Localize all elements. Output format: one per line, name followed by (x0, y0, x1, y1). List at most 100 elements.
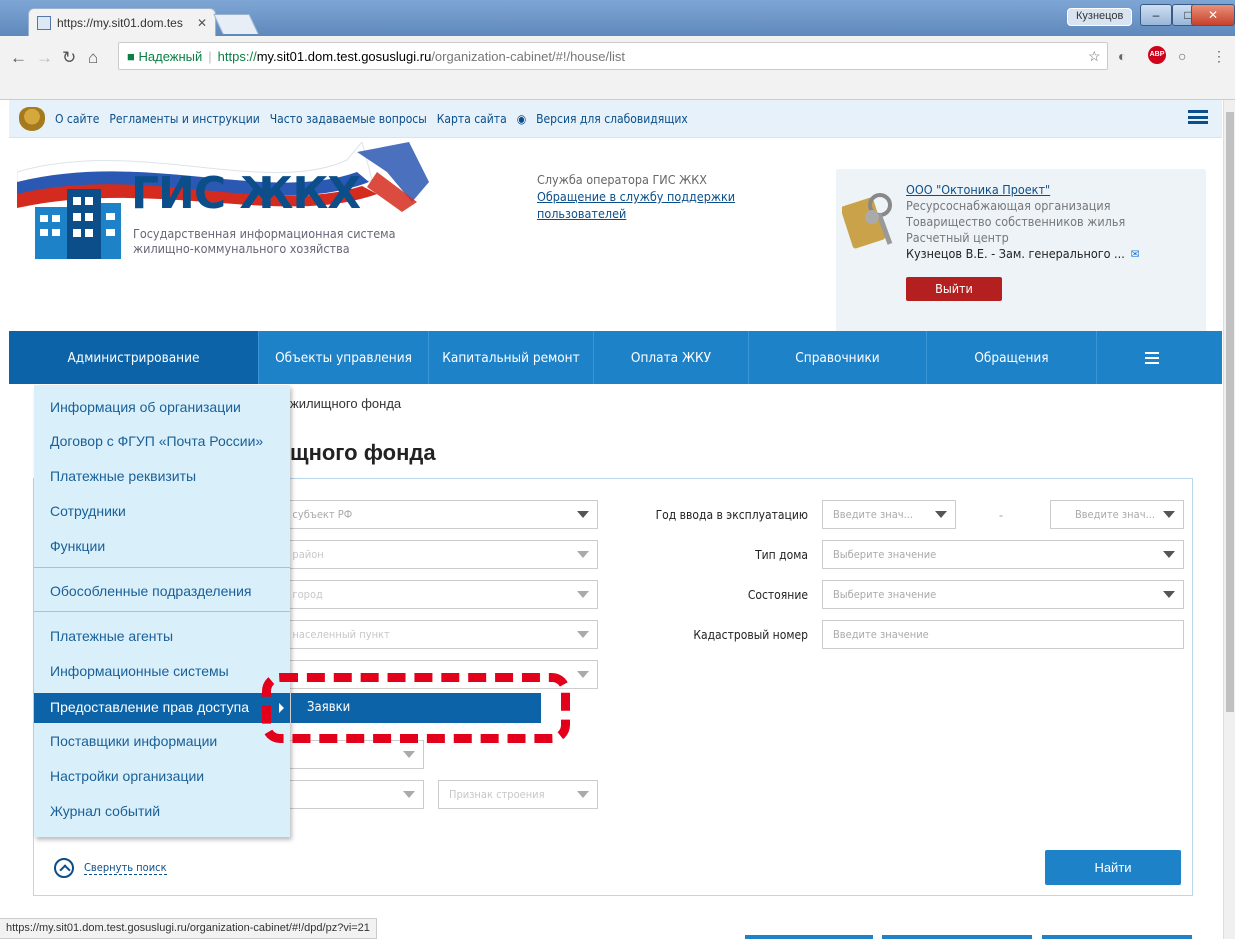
tab-close-icon[interactable]: ✕ (197, 16, 207, 30)
mail-icon[interactable]: ✉ (1131, 247, 1140, 261)
org-role: Товарищество собственников жилья (906, 214, 1126, 229)
support-block: Служба оператора ГИС ЖКХ Обращение в слу… (537, 171, 757, 222)
menu-separator (34, 567, 290, 568)
nav-capital-repair[interactable]: Капитальный ремонт (429, 331, 594, 384)
back-arrow-icon[interactable]: ← (10, 48, 27, 68)
action-button[interactable] (745, 935, 873, 939)
browser-tab[interactable]: https://my.sit01.dom.tes ✕ (28, 8, 216, 36)
forward-arrow-icon[interactable]: → (36, 48, 53, 68)
profile-button[interactable]: Кузнецов (1067, 8, 1133, 26)
organization-card: ООО "Октоника Проект" Ресурсоснабжающая … (836, 169, 1206, 339)
chevron-down-icon (935, 511, 947, 518)
scrollbar-thumb[interactable] (1226, 112, 1234, 712)
building-sign-select[interactable]: Признак строения (438, 780, 598, 809)
sitemap-link[interactable]: Карта сайта (437, 112, 507, 126)
chevron-up-icon (54, 858, 74, 878)
page-scrollbar[interactable] (1223, 100, 1235, 939)
nav-directories[interactable]: Справочники (749, 331, 927, 384)
browser-menu-icon[interactable]: ⋮ (1212, 48, 1226, 65)
action-button[interactable] (882, 935, 1032, 939)
menu-item-post-contract[interactable]: Договор с ФГУП «Почта России» (34, 427, 290, 457)
region-select[interactable]: ите субъект РФ (260, 500, 598, 529)
find-button[interactable]: Найти (1045, 850, 1181, 885)
main-navigation: Администрирование Объекты управления Кап… (9, 331, 1222, 384)
nav-management-objects[interactable]: Объекты управления (259, 331, 429, 384)
org-role: Ресурсоснабжающая организация (906, 198, 1111, 213)
logo-title: ГИС ЖКХ (131, 168, 361, 219)
minimize-icon[interactable]: – (1140, 4, 1172, 26)
support-label: Служба оператора ГИС ЖКХ (537, 172, 707, 187)
browser-toolbar: ← → ↻ ⌂ ■ Надежный | https://my.sit01.dom.… (0, 36, 1235, 100)
menu-item-org-settings[interactable]: Настройки организации (34, 762, 290, 792)
home-icon[interactable]: ⌂ (88, 48, 98, 68)
logout-button[interactable]: Выйти (906, 277, 1002, 301)
nav-appeals[interactable]: Обращения (927, 331, 1097, 384)
window-titlebar: https://my.sit01.dom.tes ✕ Кузнецов – □ … (0, 0, 1235, 36)
state-select[interactable]: Выберите значение (822, 580, 1184, 609)
chevron-down-icon (1163, 511, 1175, 518)
menu-item-divisions[interactable]: Обособленные подразделения (34, 577, 290, 607)
nav-payments[interactable]: Оплата ЖКУ (594, 331, 749, 384)
address-bar[interactable]: ■ Надежный | https://my.sit01.dom.test.gos… (118, 42, 1108, 70)
chevron-down-icon (577, 791, 589, 798)
nav-administration[interactable]: Администрирование (9, 331, 259, 384)
district-select[interactable]: ите район (260, 540, 598, 569)
chevron-down-icon (577, 551, 589, 558)
chevron-down-icon (1163, 591, 1175, 598)
url-host: my.sit01.dom.test.gosuslugi.ru (256, 49, 432, 64)
new-tab-button[interactable] (213, 14, 259, 34)
chevron-down-icon (403, 751, 415, 758)
menu-item-event-log[interactable]: Журнал событий (34, 797, 290, 827)
city-select[interactable]: ите город (260, 580, 598, 609)
status-bar-url: https://my.sit01.dom.test.gosuslugi.ru/o… (0, 918, 377, 939)
menu-item-employees[interactable]: Сотрудники (34, 497, 290, 527)
url-path: /organization-cabinet/#!/house/list (431, 49, 625, 64)
about-link[interactable]: О сайте (55, 112, 99, 126)
action-button[interactable] (1042, 935, 1192, 939)
menu-item-info-systems[interactable]: Информационные системы (34, 657, 290, 687)
extension-cloud-icon[interactable]: ○ (1178, 48, 1186, 64)
settlement-select[interactable]: ите населенный пункт (260, 620, 598, 649)
regulations-link[interactable]: Регламенты и инструкции (109, 112, 259, 126)
bookmark-star-icon[interactable]: ☆ (1088, 48, 1101, 65)
menu-item-info-providers[interactable]: Поставщики информации (34, 727, 290, 757)
menu-item-org-info[interactable]: Информация об организации (34, 393, 290, 423)
range-dash: - (999, 508, 1003, 522)
year-from-select[interactable]: Введите знач... (822, 500, 956, 529)
chevron-down-icon (577, 511, 589, 518)
chevron-down-icon (577, 631, 589, 638)
window-close-icon[interactable]: ✕ (1191, 4, 1235, 26)
collapse-search-link[interactable]: Свернуть поиск (54, 858, 167, 878)
menu-item-access-rights[interactable]: Предоставление прав доступа (34, 693, 290, 723)
state-label: Состояние (747, 588, 808, 602)
reload-icon[interactable]: ↻ (62, 48, 76, 68)
extension-icon[interactable]: ◐ (1118, 48, 1126, 64)
nav-more[interactable] (1097, 331, 1207, 384)
nav-menu-icon (1145, 351, 1159, 364)
page-favicon-icon (37, 15, 51, 30)
house-type-select[interactable]: Выберите значение (822, 540, 1184, 569)
chevron-down-icon (1163, 551, 1175, 558)
chevron-down-icon (403, 791, 415, 798)
support-link[interactable]: Обращение в службу поддержки пользовател… (537, 189, 735, 221)
accessibility-link[interactable]: Версия для слабовидящих (536, 112, 688, 126)
coat-of-arms-icon (19, 106, 45, 131)
year-to-select[interactable]: Введите знач... (1050, 500, 1184, 529)
year-label: Год ввода в эксплуатацию (655, 508, 808, 522)
logo-subtitle: Государственная информационная система ж… (133, 226, 396, 256)
top-menu-icon[interactable] (1188, 110, 1208, 124)
tab-title: https://my.sit01.dom.tes (57, 15, 183, 30)
menu-item-functions[interactable]: Функции (34, 532, 290, 562)
faq-link[interactable]: Часто задаваемые вопросы (270, 112, 427, 126)
url-scheme: https:// (217, 49, 257, 64)
menu-item-payment-details[interactable]: Платежные реквизиты (34, 462, 290, 492)
adblock-icon[interactable]: ABP (1148, 46, 1166, 64)
organization-name-link[interactable]: ООО "Октоника Проект" (906, 182, 1196, 198)
secure-label: Надежный (138, 49, 203, 64)
chevron-down-icon (577, 671, 589, 678)
menu-item-payment-agents[interactable]: Платежные агенты (34, 622, 290, 652)
lock-icon: ■ (127, 49, 135, 64)
menu-separator (34, 611, 290, 612)
current-user: Кузнецов В.Е. - Зам. генерального ... (906, 246, 1125, 261)
cadastre-input[interactable]: Введите значение (822, 620, 1184, 649)
